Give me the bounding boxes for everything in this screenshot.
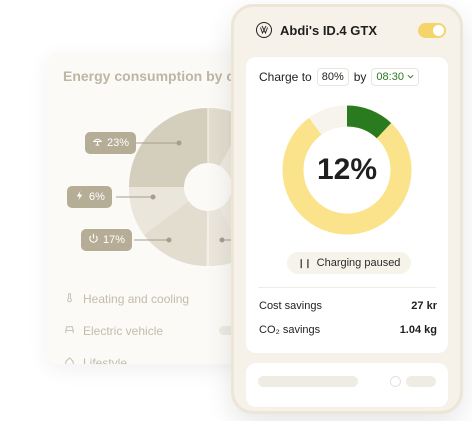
pill-ev: 6% [67, 186, 112, 208]
savings-divider [258, 287, 436, 288]
pill-heating: 23% [85, 132, 137, 154]
legend-heating-label: Heating and cooling [83, 292, 190, 306]
charge-percent: 12% [316, 153, 378, 186]
cost-savings-value: 27 kr [411, 300, 437, 312]
pie-hole [184, 163, 232, 211]
leader-dot-17 [166, 237, 172, 243]
vw-logo-icon [256, 22, 272, 38]
bolt-icon [74, 190, 85, 204]
thermometer-icon [64, 292, 75, 306]
pill-lifestyle: 17% [81, 229, 133, 251]
charging-status-pill[interactable]: ❙❙ Charging paused [287, 252, 411, 274]
cost-savings-label: Cost savings [259, 300, 322, 312]
phone-header: Abdi's ID.4 GTX [234, 7, 460, 53]
charge-target-input[interactable]: 80% [316, 68, 349, 86]
skeleton-line-short [406, 376, 436, 387]
charging-status-text: Charging paused [316, 257, 401, 269]
car-name: Abdi's ID.4 GTX [280, 22, 377, 38]
phone-frame: Abdi's ID.4 GTX Charge to 80% by 08:30 1… [231, 4, 463, 414]
co2-savings-row: CO₂ savings 1.04 kg [259, 324, 437, 336]
pill-heating-text: 23% [107, 137, 130, 149]
leader-dot-23 [176, 140, 182, 146]
lamp-icon [92, 136, 103, 150]
co2-savings-label: CO₂ savings [259, 324, 321, 336]
skeleton-dot [390, 376, 401, 387]
charge-target-row: Charge to 80% by 08:30 [259, 68, 419, 86]
power-icon [88, 233, 99, 247]
legend-lifestyle: Lifestyle [64, 356, 127, 364]
pill-ev-text: 6% [89, 191, 105, 203]
charge-time-select[interactable]: 08:30 [371, 68, 419, 86]
skeleton-line [258, 376, 358, 387]
legend-ev: Electric vehicle [64, 324, 163, 338]
pause-icon: ❙❙ [297, 257, 312, 268]
bottom-card-placeholder [246, 363, 448, 407]
charge-by-label: by [353, 70, 367, 84]
charge-time-value: 08:30 [376, 71, 404, 83]
cost-savings-row: Cost savings 27 kr [259, 300, 437, 312]
leader-dot-6 [150, 194, 156, 200]
co2-savings-value: 1.04 kg [399, 324, 437, 336]
legend-lifestyle-label: Lifestyle [83, 356, 128, 364]
chevron-down-icon [407, 71, 414, 83]
charge-to-label: Charge to [259, 70, 312, 84]
pill-lifestyle-text: 17% [103, 234, 126, 246]
home-icon [64, 356, 75, 364]
leader-dot-right [219, 237, 225, 243]
charging-toggle[interactable] [418, 22, 446, 38]
legend-heating: Heating and cooling [64, 292, 189, 306]
car-icon [64, 324, 75, 338]
legend-ev-label: Electric vehicle [83, 324, 164, 338]
charging-panel: Charge to 80% by 08:30 12% ❙❙ Charging p… [246, 57, 448, 353]
